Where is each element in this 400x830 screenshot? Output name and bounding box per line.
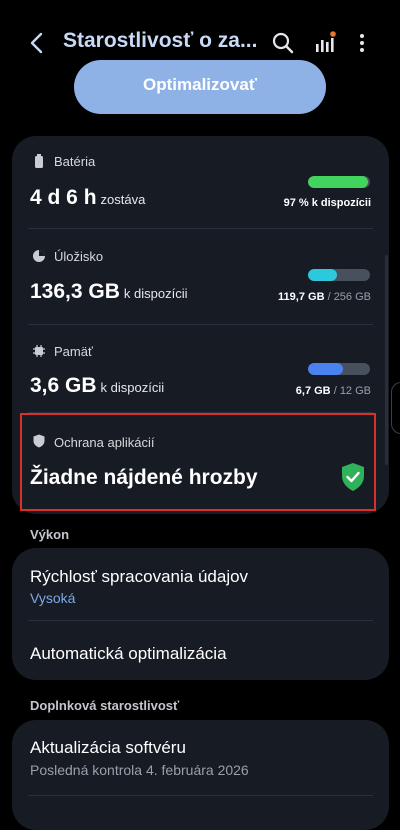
more-vert-icon[interactable] — [352, 30, 372, 56]
memory-progress-bar — [308, 363, 370, 375]
highlight-box — [20, 413, 376, 511]
memory-used: 6,7 GB — [295, 385, 331, 397]
edge-panel-handle[interactable] — [391, 382, 400, 434]
memory-total: / 12 GB — [333, 385, 371, 397]
storage-caption: 119,7 GB / 256 GB — [278, 291, 371, 303]
bar-chart-icon[interactable] — [312, 30, 338, 56]
memory-suffix: k dispozícii — [100, 380, 165, 395]
performance-group-label: Výkon — [30, 527, 70, 542]
battery-value: 4 d 6 h — [30, 186, 97, 209]
storage-value: 136,3 GB — [30, 280, 120, 303]
processing-speed-value: Vysoká — [30, 590, 76, 606]
battery-remaining: 4 d 6 h zostáva — [30, 186, 145, 210]
memory-progress-fill — [308, 363, 343, 375]
software-update-subtitle: Posledná kontrola 4. februára 2026 — [30, 762, 249, 778]
battery-progress-fill — [308, 176, 369, 188]
storage-suffix: k dispozícii — [123, 286, 188, 301]
memory-available: 3,6 GB k dispozícii — [30, 374, 164, 398]
memory-caption: 6,7 GB / 12 GB — [296, 385, 371, 397]
storage-icon — [32, 249, 46, 263]
divider — [28, 324, 373, 325]
optimize-button[interactable]: Optimalizovať — [74, 60, 326, 114]
storage-total: / 256 GB — [327, 291, 371, 303]
processing-speed-title: Rýchlosť spracovania údajov — [30, 567, 249, 586]
additional-care-group-label: Doplnková starostlivosť — [30, 698, 180, 713]
memory-chip-icon — [32, 344, 46, 358]
software-update-title: Aktualizácia softvéru — [30, 738, 186, 757]
battery-progress-bar — [308, 176, 370, 188]
auto-optimization-title: Automatická optimalizácia — [30, 644, 227, 663]
battery-caption: 97 % k dispozícii — [283, 197, 371, 209]
scrollbar[interactable] — [385, 255, 388, 465]
divider — [28, 228, 373, 229]
memory-value: 3,6 GB — [30, 374, 97, 397]
storage-progress-bar — [308, 269, 370, 281]
storage-label: Úložisko — [54, 249, 104, 264]
page-title: Starostlivosť o za... — [63, 29, 258, 52]
storage-progress-fill — [308, 269, 338, 281]
search-icon[interactable] — [270, 30, 296, 56]
storage-available: 136,3 GB k dispozícii — [30, 280, 187, 304]
battery-label: Batéria — [54, 154, 96, 169]
shield-check-icon — [340, 462, 366, 492]
divider — [28, 620, 373, 621]
memory-label: Pamäť — [54, 344, 93, 359]
battery-suffix: zostáva — [100, 192, 146, 207]
battery-icon — [32, 154, 46, 168]
back-arrow-icon[interactable] — [24, 30, 50, 56]
storage-used: 119,7 GB — [278, 291, 325, 303]
divider — [28, 795, 373, 796]
